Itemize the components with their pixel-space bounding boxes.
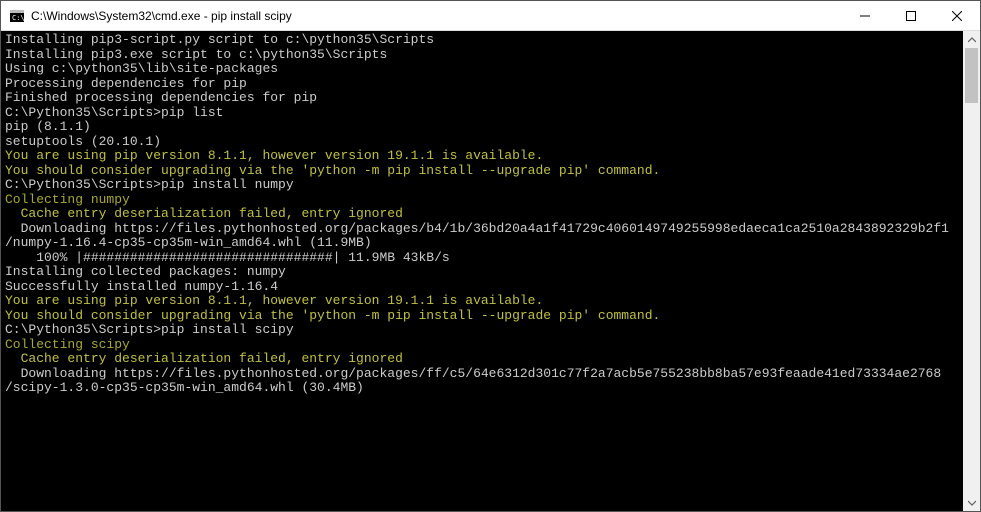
console-line: /numpy-1.16.4-cp35-cp35m-win_amd64.whl (…: [5, 236, 961, 251]
console-line: You are using pip version 8.1.1, however…: [5, 294, 961, 309]
console-line: You should consider upgrading via the 'p…: [5, 309, 961, 324]
console-line: Installing collected packages: numpy: [5, 265, 961, 280]
scroll-thumb[interactable]: [965, 48, 978, 103]
minimize-icon: [860, 11, 870, 21]
close-button[interactable]: [934, 1, 980, 30]
console-line: C:\Python35\Scripts>pip install scipy: [5, 323, 961, 338]
console-line: You should consider upgrading via the 'p…: [5, 164, 961, 179]
chevron-down-icon: [968, 500, 976, 506]
console-output[interactable]: Installing pip3-script.py script to c:\p…: [1, 31, 963, 511]
window-title: C:\Windows\System32\cmd.exe - pip instal…: [31, 9, 842, 23]
console-line: C:\Python35\Scripts>pip list: [5, 106, 961, 121]
vertical-scrollbar[interactable]: [963, 31, 980, 511]
chevron-up-icon: [968, 37, 976, 43]
maximize-button[interactable]: [888, 1, 934, 30]
window-controls: [842, 1, 980, 30]
console-area: Installing pip3-script.py script to c:\p…: [1, 31, 980, 511]
console-line: Using c:\python35\lib\site-packages: [5, 62, 961, 77]
console-line: pip (8.1.1): [5, 120, 961, 135]
titlebar: C:\ C:\Windows\System32\cmd.exe - pip in…: [1, 1, 980, 31]
console-line: C:\Python35\Scripts>pip install numpy: [5, 178, 961, 193]
console-line: 100% |################################| …: [5, 251, 961, 266]
console-line: Downloading https://files.pythonhosted.o…: [5, 367, 961, 382]
minimize-button[interactable]: [842, 1, 888, 30]
scroll-down-button[interactable]: [963, 494, 980, 511]
console-line: Finished processing dependencies for pip: [5, 91, 961, 106]
cmd-icon: C:\: [9, 8, 25, 24]
console-line: Installing pip3.exe script to c:\python3…: [5, 48, 961, 63]
console-line: You are using pip version 8.1.1, however…: [5, 149, 961, 164]
console-line: Downloading https://files.pythonhosted.o…: [5, 222, 961, 237]
console-line: Cache entry deserialization failed, entr…: [5, 352, 961, 367]
console-line: Successfully installed numpy-1.16.4: [5, 280, 961, 295]
svg-text:C:\: C:\: [12, 14, 24, 22]
console-line: Collecting scipy: [5, 338, 961, 353]
scroll-up-button[interactable]: [963, 31, 980, 48]
cmd-window: C:\ C:\Windows\System32\cmd.exe - pip in…: [0, 0, 981, 512]
console-line: Collecting numpy: [5, 193, 961, 208]
console-line: Installing pip3-script.py script to c:\p…: [5, 33, 961, 48]
maximize-icon: [906, 11, 916, 21]
close-icon: [952, 11, 962, 21]
console-line: Processing dependencies for pip: [5, 77, 961, 92]
console-line: setuptools (20.10.1): [5, 135, 961, 150]
console-line: /scipy-1.3.0-cp35-cp35m-win_amd64.whl (3…: [5, 381, 961, 396]
console-line: Cache entry deserialization failed, entr…: [5, 207, 961, 222]
